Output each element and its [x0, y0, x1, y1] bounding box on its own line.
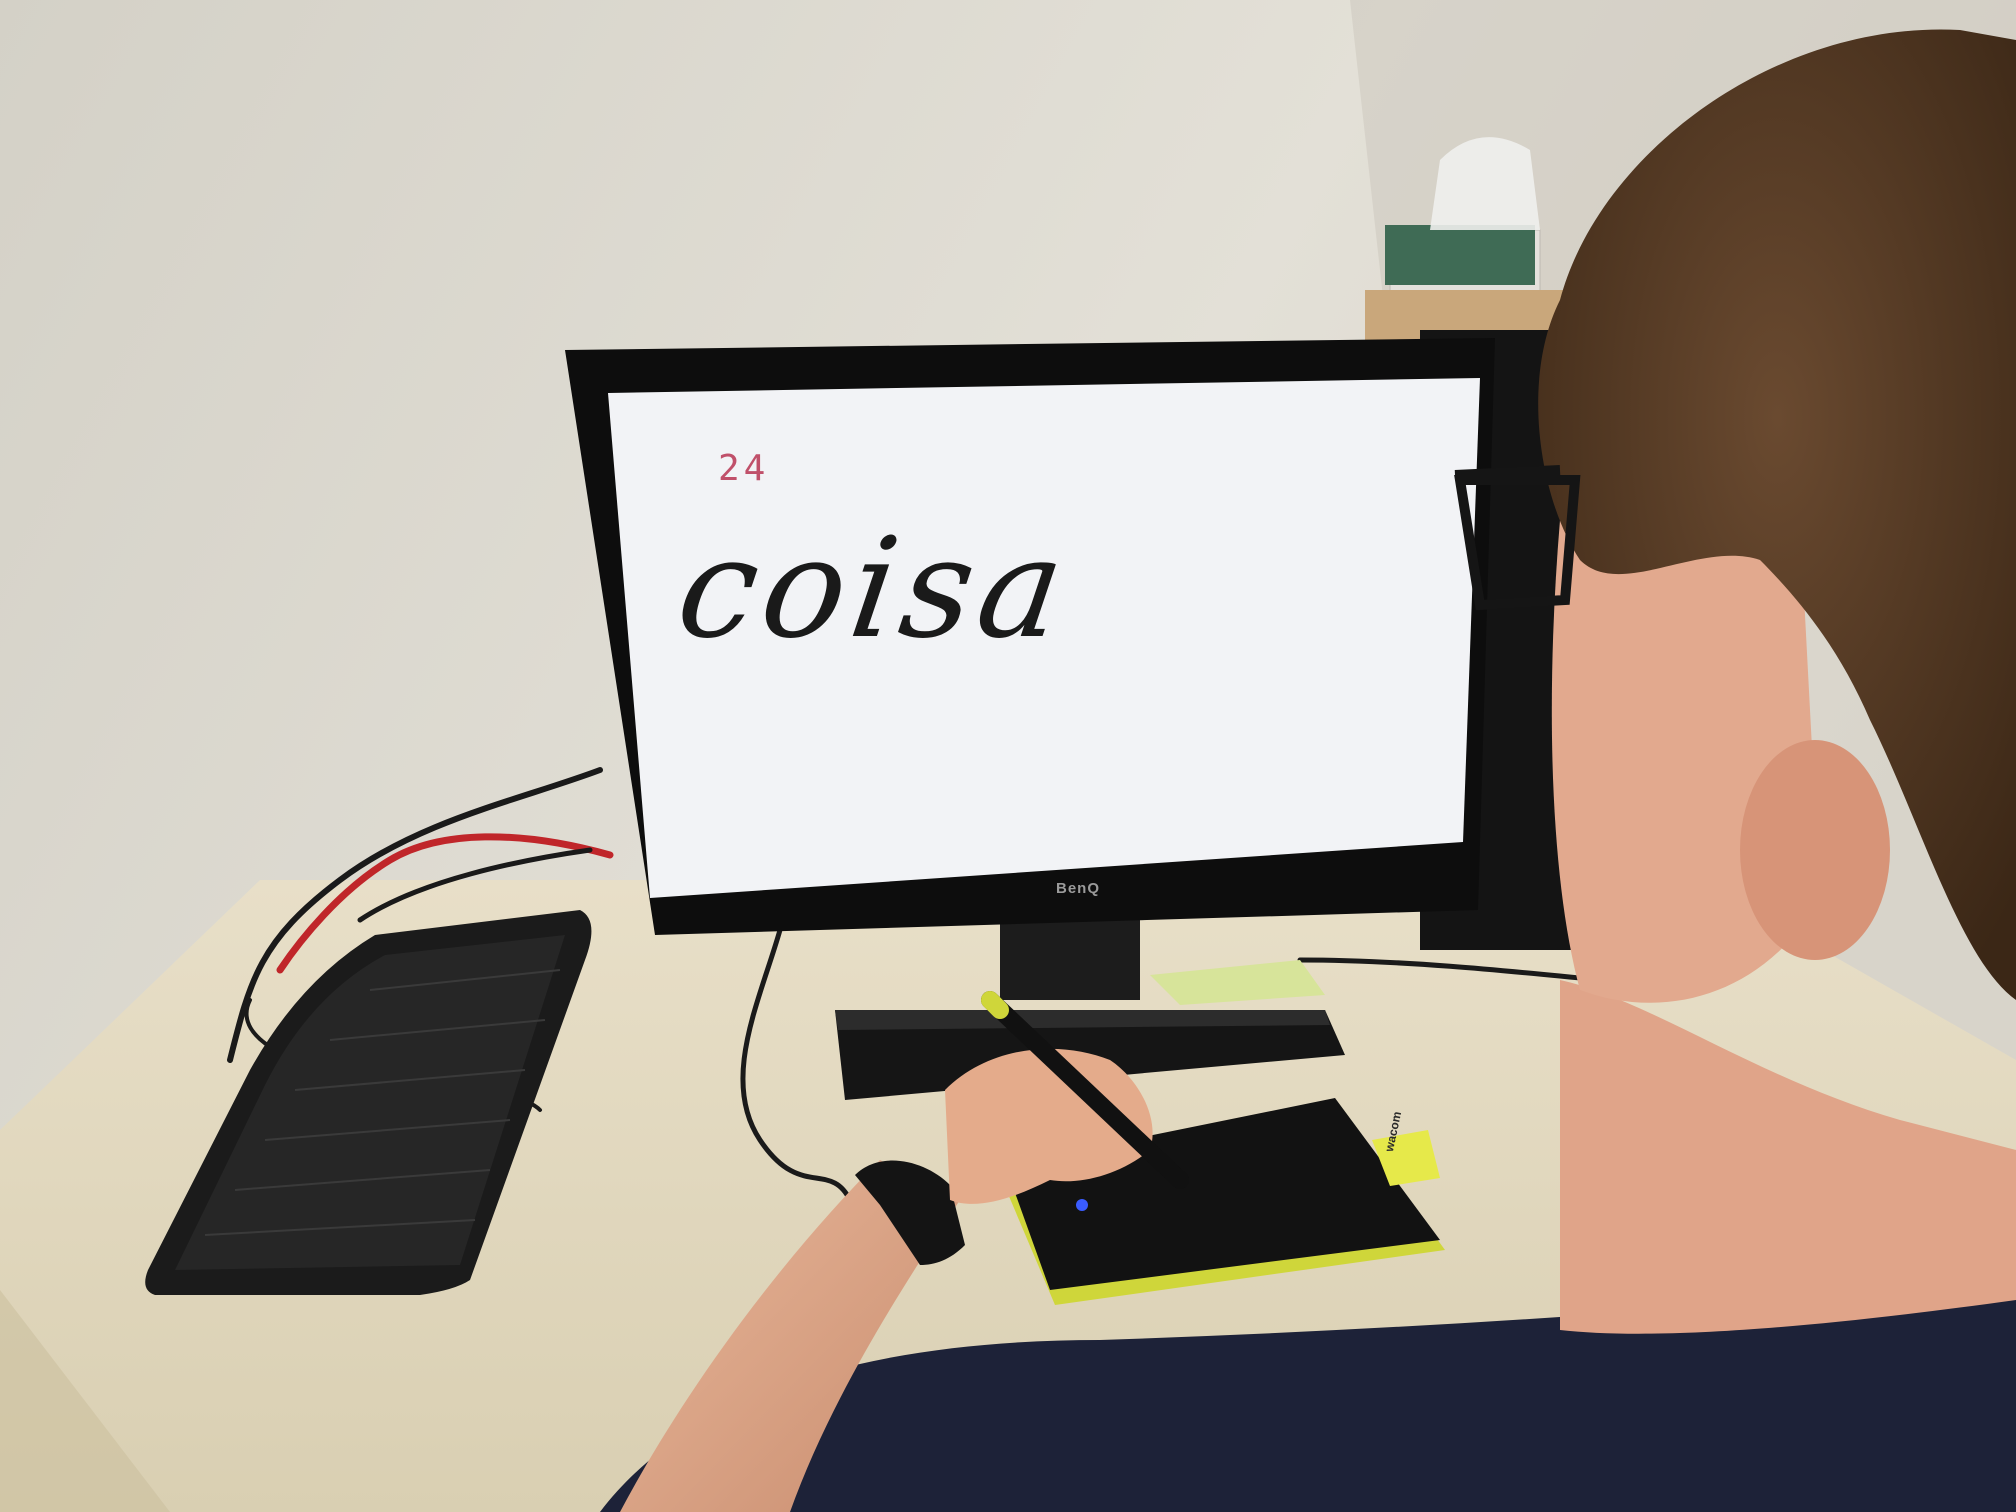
photo-scene	[0, 0, 2016, 1512]
person-ear	[1740, 740, 1890, 960]
screen-counter: 24	[718, 448, 770, 489]
tablet-led	[1076, 1199, 1088, 1211]
monitor-brand: BenQ	[1056, 880, 1101, 897]
screen-word: coisa	[668, 508, 1079, 669]
